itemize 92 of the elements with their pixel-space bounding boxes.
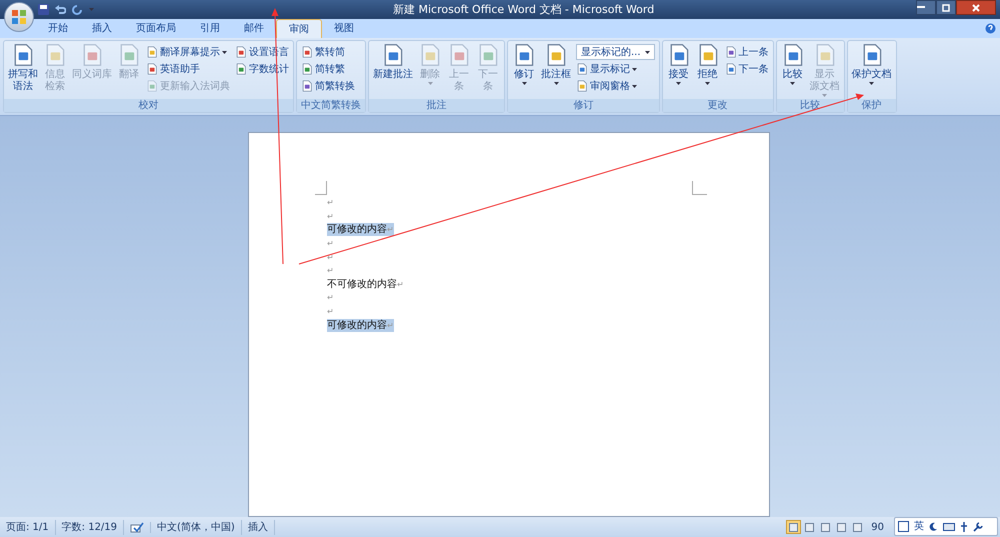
paragraph-text: ↵ [327, 197, 334, 210]
ribbon-button[interactable]: 英语助手 [146, 61, 230, 77]
page-icon [301, 46, 313, 58]
page-icon [146, 80, 158, 92]
help-icon[interactable] [985, 23, 996, 34]
paragraph-text: ↵ [327, 238, 334, 250]
proofing-check-icon[interactable] [130, 522, 144, 532]
moon-icon[interactable] [929, 522, 938, 531]
save-icon[interactable] [38, 4, 49, 15]
group-label: 修订 [508, 99, 659, 112]
group-label: 更改 [662, 99, 773, 112]
zoom-level[interactable]: 90 [871, 520, 884, 534]
page-icon [146, 63, 158, 75]
ime-logo-icon[interactable] [898, 521, 909, 532]
caret-icon [644, 50, 650, 54]
caret-icon [822, 94, 828, 97]
caret-icon [89, 8, 94, 11]
ribbon-button[interactable]: 新建批注 [371, 41, 415, 81]
page-icon [576, 63, 588, 75]
ribbon-tab[interactable]: 邮件 [232, 19, 276, 38]
input-mode-label[interactable]: 英 [914, 519, 924, 534]
status-item[interactable]: 页面: 1/1 [0, 520, 56, 534]
close-button[interactable] [956, 0, 996, 15]
page-icon [576, 80, 588, 92]
paragraph-text: ↵ [327, 292, 334, 304]
ribbon-tab[interactable]: 开始 [36, 19, 80, 38]
ribbon-button[interactable]: 比较 [778, 41, 807, 85]
page-icon [301, 80, 313, 92]
ribbon-tab[interactable]: 插入 [80, 19, 124, 38]
caret-icon [222, 50, 227, 54]
undo-icon[interactable] [55, 4, 66, 15]
ribbon-button[interactable]: 批注框 [539, 41, 573, 85]
page-icon [235, 63, 247, 75]
ribbon-button[interactable]: 修订 [510, 41, 538, 85]
paragraph-text: 可修改的内容↵ [327, 318, 394, 332]
group-label: 批注 [369, 99, 504, 112]
caret-icon [632, 84, 637, 88]
keyboard-icon[interactable] [943, 522, 955, 530]
ribbon-tab[interactable]: 审阅 [276, 19, 322, 38]
ribbon-tab[interactable]: 引用 [188, 19, 232, 38]
ribbon-button[interactable]: 简繁转换 [301, 78, 355, 94]
minimize-icon [917, 6, 925, 9]
paragraph-text: ↵ [327, 210, 334, 223]
ribbon-button[interactable]: 接受 [664, 41, 693, 85]
markup-dropdown[interactable]: 显示标记的... [576, 44, 655, 60]
restore-icon [942, 4, 950, 12]
ribbon-button[interactable]: 上一条 [724, 44, 769, 60]
ribbon-button[interactable]: 拒绝 [694, 41, 722, 85]
paragraph-text: ↵ [327, 265, 334, 278]
ribbon-button[interactable]: 显示标记 [576, 61, 655, 77]
view-button[interactable] [786, 520, 802, 534]
ribbon-button[interactable]: 繁转简 [301, 44, 355, 60]
window-title: 新建 Microsoft Office Word 文档 - Microsoft Word [393, 2, 654, 18]
caret-icon [522, 82, 526, 85]
ribbon-tab[interactable]: 页面布局 [124, 19, 188, 38]
paragraph-text: 不可修改的内容↵ [327, 278, 404, 291]
redo-icon[interactable] [72, 4, 83, 15]
page-icon [235, 46, 247, 58]
ribbon-button[interactable]: 保护文档 [850, 41, 894, 85]
close-icon [972, 4, 980, 12]
group-label: 比较 [776, 99, 844, 112]
caret-icon [705, 82, 710, 85]
ribbon-button[interactable]: 简转繁 [301, 61, 355, 77]
page-icon [146, 46, 158, 58]
page-icon [724, 63, 737, 75]
ribbon-tab[interactable]: 视图 [322, 19, 366, 38]
caret-icon [790, 82, 796, 85]
ribbon-button[interactable]: 拼写和 语法 [6, 41, 40, 93]
office-logo-icon [11, 9, 27, 25]
paragraph-text: ↵ [327, 252, 334, 264]
group-label: 保护 [848, 99, 896, 112]
ribbon-button[interactable]: 翻译屏幕提示 [146, 44, 230, 60]
minimize-button[interactable] [916, 0, 936, 15]
page-icon [301, 63, 313, 75]
group-label: 校对 [4, 99, 293, 112]
caret-icon [869, 82, 874, 85]
caret-icon [428, 82, 432, 85]
status-item[interactable]: 插入 [242, 520, 275, 534]
status-item[interactable]: 字数: 12/19 [56, 520, 124, 534]
maximize-button[interactable] [936, 0, 956, 15]
ribbon-button[interactable]: 审阅窗格 [576, 78, 655, 94]
paragraph-text: ↵ [327, 306, 334, 318]
caret-icon [632, 68, 637, 70]
paragraph-text: 可修改的内容↵ [327, 223, 394, 236]
office-button[interactable] [4, 2, 34, 32]
page-icon [724, 46, 737, 58]
status-item[interactable]: 中文(简体，中国) [151, 520, 242, 534]
ribbon-button[interactable]: 下一条 [724, 61, 769, 77]
caret-icon [676, 82, 682, 85]
wrench-icon[interactable] [973, 522, 983, 532]
caret-icon [554, 82, 558, 85]
group-label: 中文简繁转换 [297, 99, 365, 112]
